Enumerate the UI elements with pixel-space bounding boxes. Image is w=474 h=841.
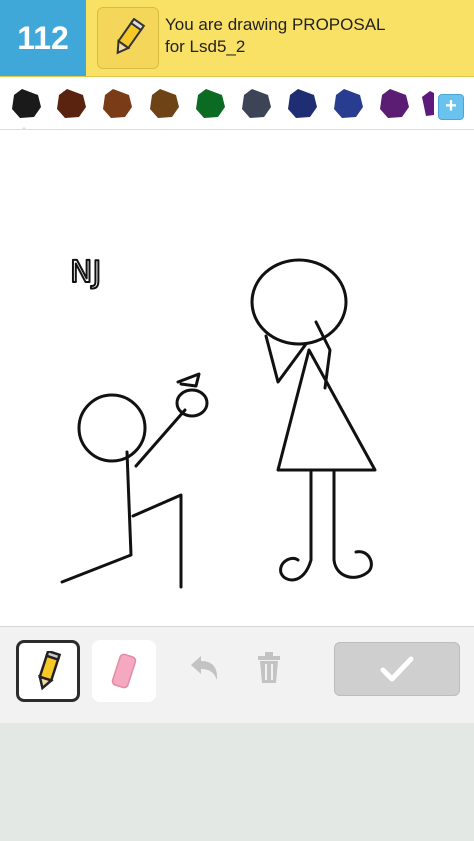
trash-icon	[258, 652, 280, 683]
man-hand	[175, 388, 209, 418]
add-color-button[interactable]: +	[438, 94, 464, 120]
done-button[interactable]	[334, 642, 460, 696]
pencil-tool-button[interactable]	[16, 640, 80, 702]
checkmark-icon	[380, 656, 414, 682]
undo-icon	[191, 656, 218, 680]
plus-icon: +	[445, 95, 457, 117]
man-body	[60, 450, 133, 584]
color-swatch-slate[interactable]	[238, 85, 274, 121]
pencil-badge	[97, 7, 159, 69]
color-swatch-olive-brown[interactable]	[146, 85, 182, 121]
color-swatch-brown[interactable]	[99, 85, 135, 121]
pencil-icon	[38, 651, 62, 691]
woman-leg-left	[279, 470, 313, 582]
score-value: 112	[17, 19, 69, 56]
color-swatch-navy[interactable]	[284, 85, 320, 121]
color-swatch-violet-partial[interactable]	[420, 85, 434, 121]
undo-button[interactable]	[184, 648, 224, 688]
color-swatch-black[interactable]	[8, 85, 44, 121]
drawing-prompt: You are drawing PROPOSAL for Lsd5_2	[165, 14, 465, 58]
drawing-canvas[interactable]: NJ	[0, 130, 474, 626]
man-head	[77, 393, 147, 463]
eraser-icon	[111, 653, 137, 689]
color-swatch-blue[interactable]	[330, 85, 366, 121]
color-swatch-purple[interactable]	[376, 85, 412, 121]
pencil-icon	[116, 18, 146, 55]
color-palette	[0, 77, 474, 130]
prompt-line-1: You are drawing PROPOSAL	[165, 15, 386, 34]
man-leg	[131, 493, 183, 589]
eraser-tool-button[interactable]	[92, 640, 156, 702]
woman-leg-right	[332, 468, 373, 579]
color-swatch-dark-brown[interactable]	[53, 85, 89, 121]
woman-head	[250, 258, 348, 346]
score-badge: 112	[0, 0, 86, 76]
prompt-line-2: for Lsd5_2	[165, 37, 246, 56]
trash-button[interactable]	[249, 648, 289, 688]
annotation-text: NJ	[70, 255, 101, 290]
drawing-strokes: NJ	[60, 254, 377, 589]
ring	[176, 372, 201, 388]
color-swatch-green[interactable]	[192, 85, 228, 121]
